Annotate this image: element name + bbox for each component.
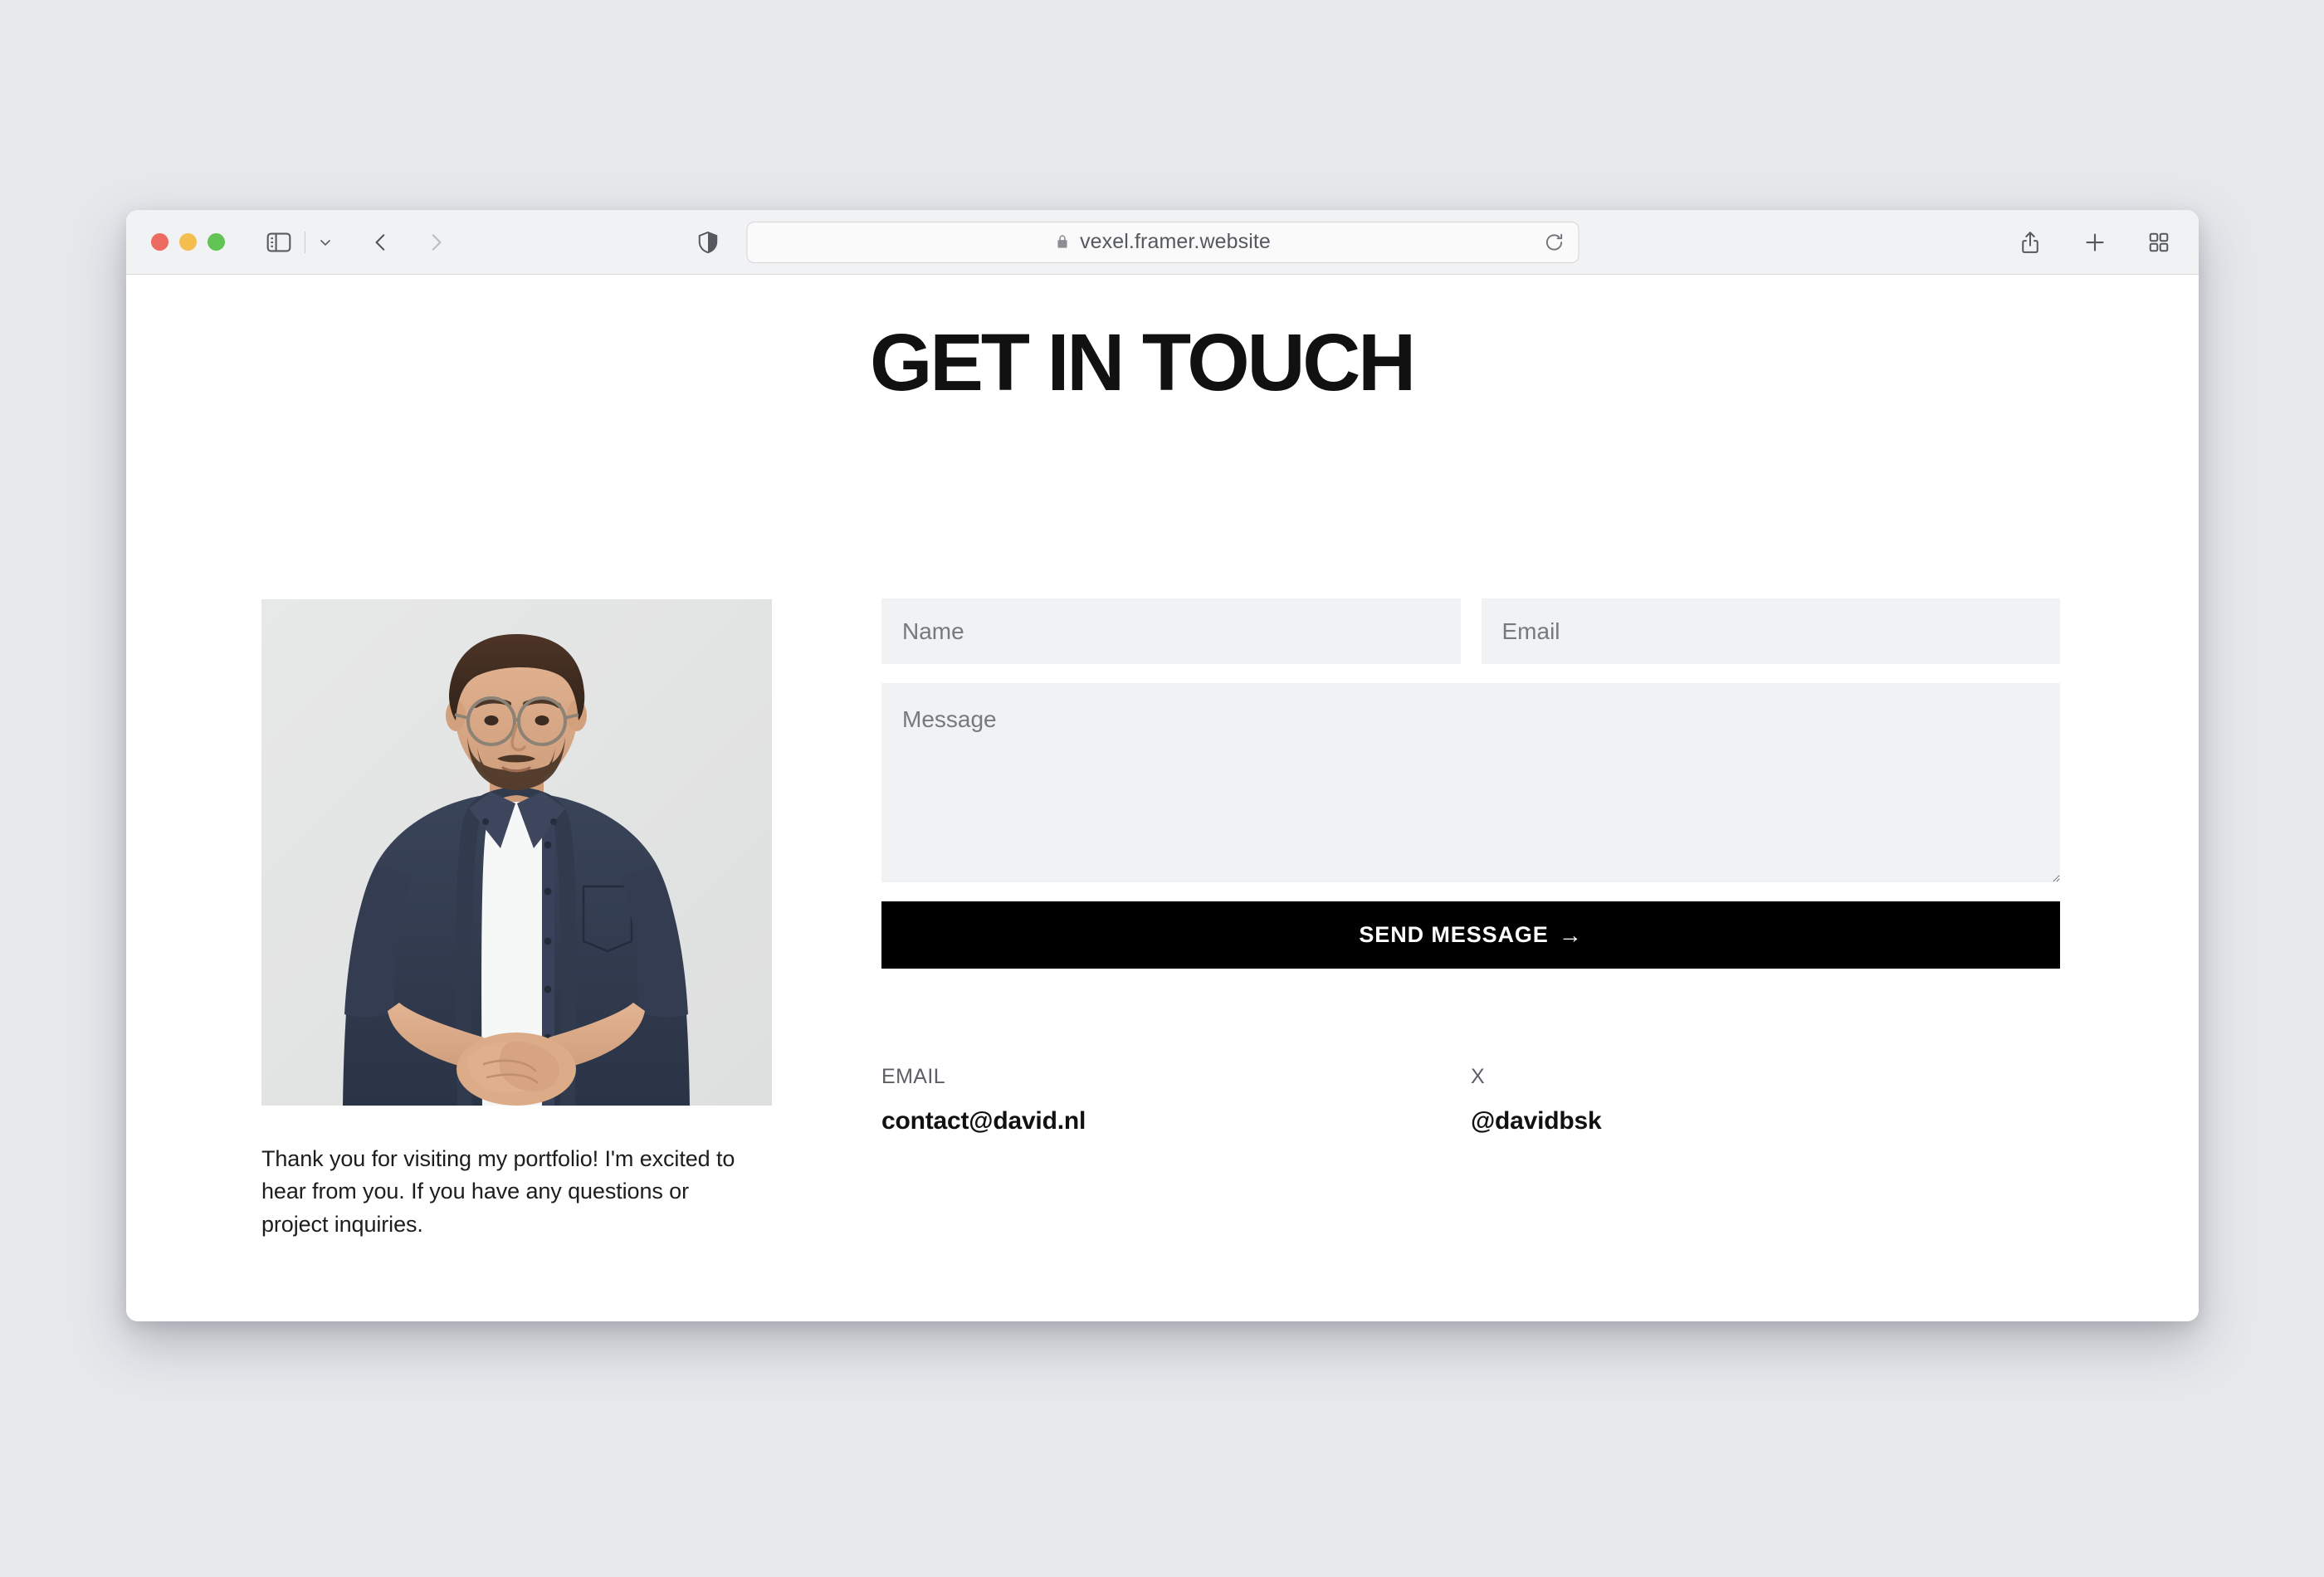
contact-label: X (1471, 1065, 1486, 1088)
sidebar-toggle-icon[interactable] (265, 228, 293, 256)
form-row-name-email (881, 598, 2060, 664)
forward-arrow-icon[interactable] (425, 232, 447, 253)
contact-value-email[interactable]: contact@david.nl (881, 1109, 1086, 1134)
portrait-photo (261, 599, 772, 1106)
tab-grid-icon[interactable] (2147, 231, 2170, 254)
contact-label: EMAIL (881, 1065, 946, 1088)
toolbar-right-actions (2018, 230, 2175, 255)
maximize-window-button[interactable] (208, 233, 225, 251)
sidebar-controls (265, 228, 334, 256)
left-column: Thank you for visiting my portfolio! I'm… (261, 599, 772, 1241)
name-input[interactable] (881, 598, 1461, 664)
contact-item-email: EMAIL contact@david.nl (881, 1067, 1471, 1134)
page-viewport: GET IN TOUCH Thank you for visiting my p… (126, 275, 2199, 1321)
portrait-illustration (261, 599, 772, 1106)
window-controls (151, 233, 225, 251)
reload-icon[interactable] (1543, 232, 1565, 253)
privacy-shield-icon (696, 230, 720, 255)
browser-toolbar: vexel.framer.website (126, 210, 2199, 275)
address-bar-content: vexel.framer.website (1054, 230, 1271, 254)
intro-paragraph: Thank you for visiting my portfolio! I'm… (261, 1146, 735, 1237)
minimize-window-button[interactable] (179, 233, 197, 251)
contact-form: SEND MESSAGE → EMAIL contact@david.nl X … (881, 598, 2060, 1134)
plus-icon[interactable] (2082, 230, 2107, 255)
email-input[interactable] (1481, 598, 2060, 664)
contact-value-x[interactable]: @davidbsk (1471, 1109, 1602, 1134)
chevron-down-icon[interactable] (317, 234, 334, 251)
send-message-label: SEND MESSAGE (1359, 922, 1549, 947)
privacy-report-button[interactable] (696, 230, 720, 255)
navigation-buttons (370, 232, 447, 253)
send-message-button[interactable]: SEND MESSAGE → (881, 901, 2060, 969)
contact-details: EMAIL contact@david.nl X @davidbsk (881, 1067, 2060, 1134)
arrow-right-icon: → (1558, 921, 1583, 948)
page-title: GET IN TOUCH (870, 317, 1416, 408)
address-bar[interactable]: vexel.framer.website (746, 221, 1579, 263)
close-window-button[interactable] (151, 233, 168, 251)
share-icon[interactable] (2018, 230, 2043, 255)
contact-page: GET IN TOUCH Thank you for visiting my p… (126, 275, 2199, 1321)
lock-icon (1054, 234, 1070, 250)
url-text: vexel.framer.website (1080, 230, 1271, 253)
contact-item-x: X @davidbsk (1471, 1067, 2060, 1134)
browser-window: vexel.framer.website GET IN TOUCH Thank … (126, 210, 2199, 1321)
message-textarea[interactable] (881, 683, 2060, 882)
back-arrow-icon[interactable] (370, 232, 392, 253)
